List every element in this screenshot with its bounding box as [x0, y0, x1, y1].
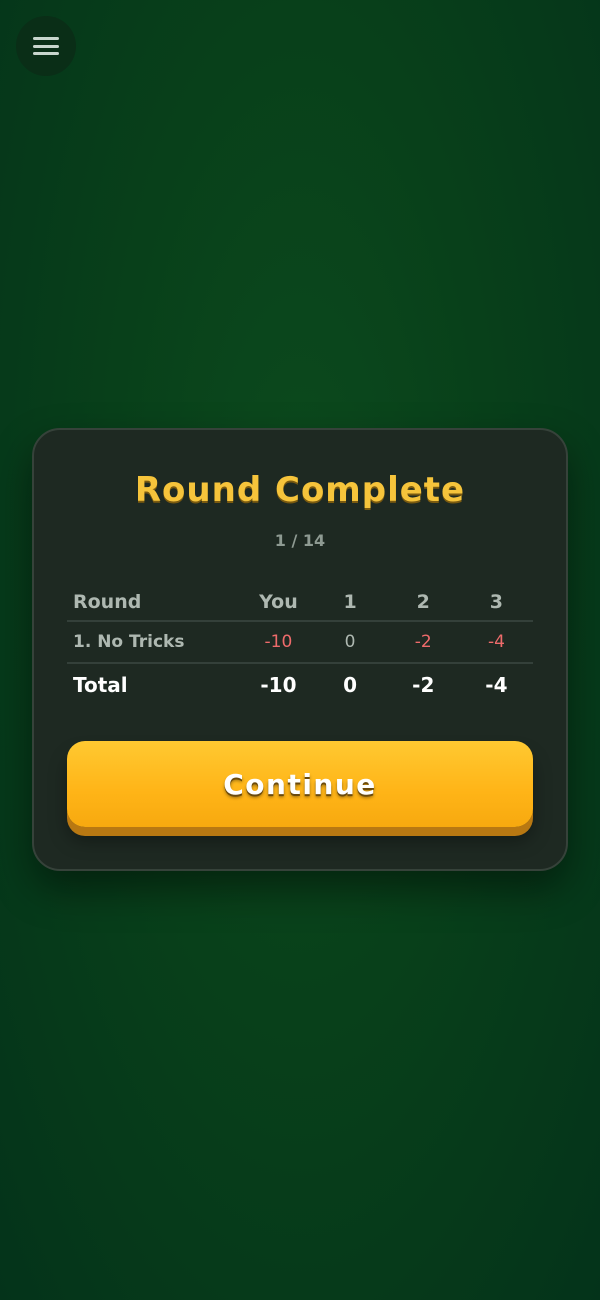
total-player-2: -2 [412, 672, 435, 697]
continue-label: Continue [223, 767, 377, 801]
table-row: 1. No Tricks -10 0 -2 -4 [67, 620, 533, 664]
continue-button[interactable]: Continue [67, 741, 533, 827]
round-progress: 1 / 14 [274, 531, 326, 550]
table-header-row: Round You 1 2 3 [67, 583, 533, 621]
score-player-2: -2 [386, 620, 460, 664]
score-player-1: 0 [313, 620, 387, 664]
total-you: -10 [260, 672, 297, 697]
hamburger-menu-icon [33, 37, 59, 55]
total-player-1: 0 [343, 672, 358, 697]
score-you: -10 [243, 620, 314, 664]
dialog-title: Round Complete [134, 470, 466, 510]
header-round: Round [73, 590, 142, 613]
header-player-1: 1 [343, 590, 357, 613]
header-player-3: 3 [489, 590, 504, 613]
total-row: Total -10 0 -2 -4 [67, 663, 533, 705]
header-you: You [259, 590, 298, 613]
total-player-3: -4 [485, 672, 508, 697]
round-name: 1. No Tricks [67, 620, 244, 664]
score-player-3: -4 [459, 620, 533, 664]
score-table: Round You 1 2 3 1. No Tricks -10 0 -2 -4… [67, 583, 533, 705]
header-player-2: 2 [416, 590, 430, 613]
menu-button[interactable] [16, 16, 76, 76]
total-label: Total [73, 672, 128, 697]
